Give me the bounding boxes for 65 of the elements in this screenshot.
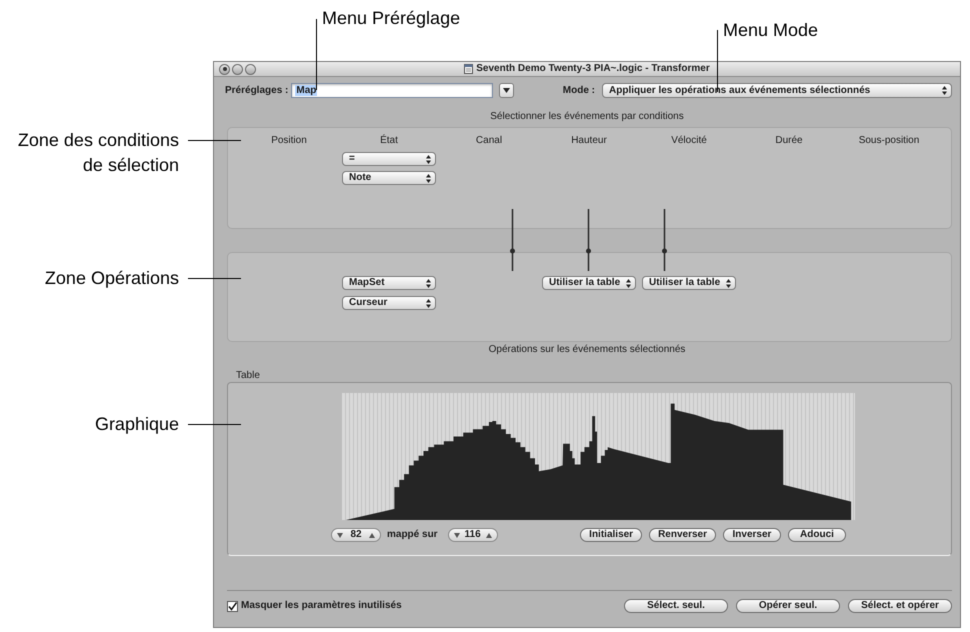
table-button[interactable]: Inverser (723, 528, 781, 542)
connector-line (586, 209, 591, 271)
callout-label: Menu Mode (723, 20, 818, 40)
condition-popup[interactable]: Note (342, 171, 436, 185)
callout-label: Zone des conditions de sélection (18, 129, 179, 177)
connector-line (510, 209, 515, 271)
operation-popup[interactable]: Utiliser la table (542, 276, 636, 290)
preset-menu-button[interactable] (499, 83, 514, 98)
updown-arrows-icon (626, 278, 631, 288)
section-title: Sélectionner les événements par conditions (489, 111, 685, 123)
checkbox-label: Masquer les paramètres inutilisés (241, 601, 402, 611)
action-button[interactable]: Sélect. seul. (624, 599, 728, 613)
triangle-down-icon (503, 88, 510, 93)
number-stepper[interactable]: 82 (331, 528, 381, 542)
condition-popup[interactable]: = (342, 152, 436, 166)
selected-text: Map (295, 85, 318, 96)
leader-line (717, 30, 718, 92)
operation-popup[interactable]: MapSet (342, 276, 436, 290)
section-label: Table (236, 370, 260, 382)
mode-popup[interactable]: Appliquer les opérations aux événements sélectionnés (602, 83, 952, 98)
triangle-down-icon[interactable] (454, 532, 460, 538)
callout-label: Graphique (94, 413, 179, 436)
operation-popup[interactable]: Curseur (342, 296, 436, 310)
leader-line (316, 19, 317, 90)
updown-arrows-icon (942, 86, 947, 95)
triangle-up-icon[interactable] (486, 532, 492, 538)
triangle-down-icon[interactable] (337, 532, 343, 538)
action-button[interactable]: Opérer seul. (736, 599, 840, 613)
close-button[interactable] (219, 64, 230, 74)
checkmark-icon (228, 602, 237, 610)
zoom-button[interactable] (245, 64, 256, 74)
number-stepper[interactable]: 116 (448, 528, 498, 542)
leader-line (188, 278, 241, 279)
column-header: Sous-position (858, 135, 920, 146)
column-header: Vélocité (671, 135, 707, 146)
minimize-button[interactable] (232, 64, 243, 74)
updown-arrows-icon (426, 154, 431, 164)
table-button[interactable]: Renverser (649, 528, 716, 542)
callout-label: Menu Préréglage (322, 8, 460, 28)
column-header: Position (271, 135, 307, 146)
document-icon (464, 64, 474, 74)
action-button[interactable]: Sélect. et opérer (848, 599, 952, 613)
operation-popup[interactable]: Utiliser la table (642, 276, 736, 290)
field-label: Préréglages : (225, 86, 288, 96)
field-label: Mode : (562, 86, 595, 96)
table-button[interactable]: Adouci (788, 528, 846, 542)
checkbox[interactable] (227, 600, 238, 612)
column-header: Hauteur (571, 135, 607, 146)
column-header: Durée (775, 135, 803, 146)
connector-line (662, 209, 667, 271)
leader-line (188, 424, 241, 425)
column-header: État (380, 135, 398, 146)
callout-label: Zone Opérations (44, 267, 179, 290)
triangle-up-icon[interactable] (369, 532, 375, 538)
updown-arrows-icon (726, 278, 731, 288)
updown-arrows-icon (426, 174, 431, 182)
window-title: Seventh Demo Twenty-3 PIA~.logic - Transformer (476, 64, 710, 74)
preset-field[interactable]: Map (291, 83, 494, 98)
section-title: Opérations sur les événements sélectionnés (488, 344, 686, 356)
column-header: Canal (476, 135, 502, 146)
leader-line (188, 140, 241, 141)
table-button[interactable]: Initialiser (580, 528, 642, 542)
updown-arrows-icon (426, 278, 431, 288)
stepper-label: mappé sur (387, 530, 438, 540)
updown-arrows-icon (426, 298, 431, 308)
